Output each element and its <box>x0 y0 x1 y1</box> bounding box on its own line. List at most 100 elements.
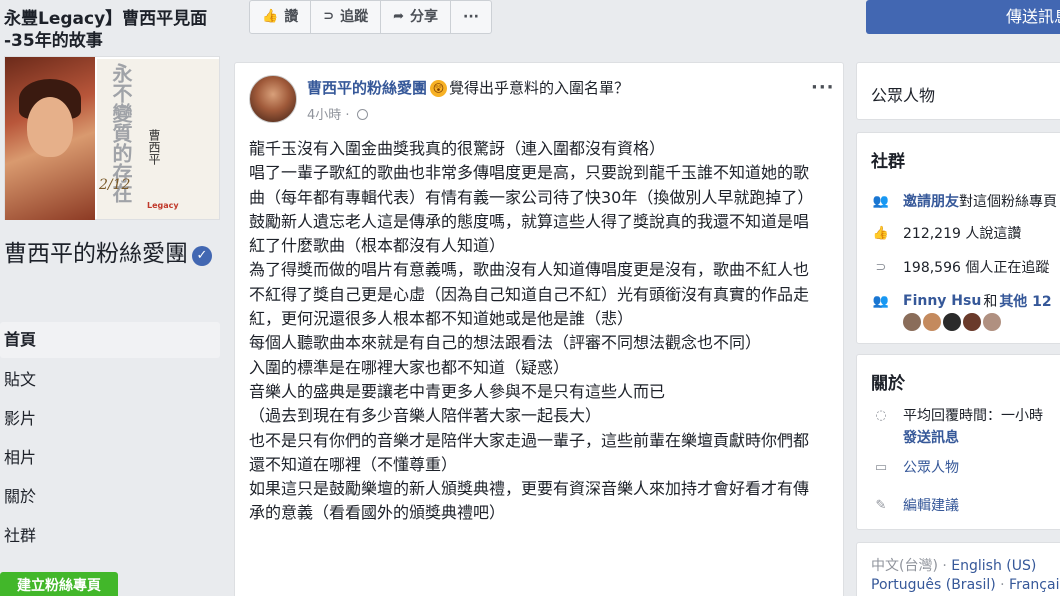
post-paragraph: 也不是只有你們的音樂才是陪伴大家走過一輩子，這些前輩在樂壇貢獻時你們都還不知道在… <box>249 430 810 474</box>
left-column: 永豐Legacy】曹西平見面 -35年的故事 永不變質的存在 曹西平 2/12 … <box>0 0 222 596</box>
post-paragraph: （過去到現在有多少音樂人陪伴著大家一起長大） <box>249 406 602 426</box>
follow-label: 追蹤 <box>340 9 369 25</box>
send-msg-row: 發送訊息 <box>871 427 1060 447</box>
album-photo <box>5 57 95 220</box>
album-date: 2/12 <box>99 177 131 193</box>
post-meta: 4小時 · <box>307 104 368 123</box>
nav-item-videos[interactable]: 影片 <box>0 400 220 439</box>
album-face <box>27 97 73 157</box>
friend-avatar[interactable] <box>903 313 921 331</box>
language-english-link[interactable]: English (US) <box>951 558 1036 574</box>
language-row-1: 中文(台灣) · English (US) <box>871 555 1036 575</box>
post-card: 曹西平的粉絲愛團 😲 覺得出乎意料的入圍名單？ 4小時 · ··· 龍千玉沒有入圍金… <box>234 62 844 596</box>
more-label: ··· <box>463 9 479 25</box>
post-header: 曹西平的粉絲愛團 😲 覺得出乎意料的入圍名單？ <box>307 77 629 98</box>
language-card: 中文(台灣) · English (US) Português (Brasil)… <box>856 542 1060 596</box>
edit-row: ✎ 編輯建議 <box>871 495 1060 515</box>
verified-check-icon: ✓ <box>192 246 212 266</box>
like-button[interactable]: 👍 讚 <box>249 0 312 34</box>
nav-item-photos[interactable]: 相片 <box>0 439 220 478</box>
thumbs-up-icon: 👍 <box>262 9 279 24</box>
album-label-logo: Legacy <box>147 201 179 210</box>
language-portuguese-link[interactable]: Português (Brasil) <box>871 577 996 593</box>
category-row: ▭ 公眾人物 <box>871 457 1060 477</box>
post-feeling: 覺得出乎意料的入圍名單？ <box>449 79 630 97</box>
friend-avatar[interactable] <box>923 313 941 331</box>
nav-item-about[interactable]: 關於 <box>0 478 220 517</box>
friends-more-link[interactable]: 其他 12 <box>999 291 1051 311</box>
friends-and: 和 <box>983 294 998 310</box>
post-options-button[interactable]: ··· <box>811 77 835 98</box>
surprised-emoji-icon: 😲 <box>430 80 448 97</box>
more-actions-button[interactable]: ··· <box>450 0 492 34</box>
follow-button[interactable]: ⊃ 追蹤 <box>310 0 382 34</box>
post-body: 龍千玉沒有入圍金曲獎我真的很驚訝（連入圍都沒有資格） 唱了一輩子歌紅的歌曲也非常… <box>249 137 819 526</box>
left-nav: 首頁 貼文 影片 相片 關於 社群 <box>0 322 220 556</box>
nav-item-community[interactable]: 社群 <box>0 517 220 556</box>
page-name[interactable]: 曹西平的粉絲愛團 ✓ <box>4 238 218 271</box>
post-paragraph: 龍千玉沒有入圍金曲獎我真的很驚訝（連入圍都沒有資格） <box>249 139 666 158</box>
friends-like-row: 👥 Finny Hsu 和 其他 12 <box>871 291 1060 311</box>
post-paragraph: 如果這只是鼓勵樂壇的新人頒獎典禮，更要有資深音樂人來加持才會好看才有傳承的意義（… <box>249 479 810 523</box>
follows-row: ⊃ 198,596 個人正在追蹤 <box>871 257 1060 277</box>
rss-icon: ⊃ <box>875 259 887 275</box>
lang-sep: · <box>995 577 1010 593</box>
page-category[interactable]: 公眾人物 <box>871 82 935 106</box>
community-card: 社群 👥 邀請朋友 對這個粉絲專頁 👍 212,219 人說這讚 ⊃ 198,5… <box>856 132 1060 344</box>
album-text-panel: 永不變質的存在 曹西平 2/12 Legacy <box>97 59 219 219</box>
nav-item-posts[interactable]: 貼文 <box>0 361 220 400</box>
friend-avatar[interactable] <box>943 313 961 331</box>
post-paragraph: 唱了一輩子歌紅的歌曲也非常多傳唱度更是高，只要說到龍千玉誰不知道她的歌曲（每年都… <box>249 163 814 207</box>
about-category-link[interactable]: 公眾人物 <box>903 457 959 477</box>
page-action-bar: 👍 讚 ⊃ 追蹤 ➦ 分享 ··· <box>249 0 492 34</box>
invite-friends-rest: 對這個粉絲專頁 <box>959 194 1057 210</box>
community-title[interactable]: 社群 <box>871 147 905 172</box>
post-paragraph: 為了得獎而做的唱片有意義嗎，歌曲沒有人知道傳唱度更是沒有，歌曲不紅人也不紅得了獎… <box>249 260 810 329</box>
messenger-icon: ◌ <box>875 407 887 423</box>
friend-avatar[interactable] <box>963 313 981 331</box>
share-button[interactable]: ➦ 分享 <box>380 0 451 34</box>
post-author-name[interactable]: 曹西平的粉絲愛團 <box>307 79 427 97</box>
album-cover-image[interactable]: 永不變質的存在 曹西平 2/12 Legacy <box>4 56 220 220</box>
post-author-avatar[interactable] <box>249 75 297 123</box>
friend-avatar[interactable] <box>983 313 1001 331</box>
nav-item-home[interactable]: 首頁 <box>0 322 220 358</box>
post-paragraph: 鼓勵新人遺忘老人這是傳承的態度嗎，就算這些人得了獎說真的我還不知道是唱紅了什麼歌… <box>249 211 810 256</box>
friend-avatars <box>903 313 1001 331</box>
album-artist: 曹西平 <box>147 129 161 165</box>
likes-row: 👍 212,219 人說這讚 <box>871 223 1060 243</box>
pencil-icon: ✎ <box>875 497 887 513</box>
category-box-icon: ▭ <box>874 459 888 475</box>
language-row-2: Português (Brasil) · Françai <box>871 577 1059 593</box>
people-icon: 👥 <box>872 293 890 309</box>
suggest-edits-link[interactable]: 編輯建議 <box>903 495 959 515</box>
about-card: 關於 ◌ 平均回覆時間：一小時 發送訊息 ▭ 公眾人物 ✎ 編輯建議 <box>856 354 1060 530</box>
post-paragraph: 入圍的標準是在哪裡大家也都不知道（疑惑） <box>249 357 570 377</box>
thumbs-up-icon: 👍 <box>872 225 890 241</box>
promo-title-line1[interactable]: 永豐Legacy】曹西平見面 <box>4 8 222 30</box>
post-time[interactable]: 4小時 <box>307 108 341 123</box>
category-card: 公眾人物 <box>856 62 1060 120</box>
invite-friends-row: 👥 邀請朋友 對這個粉絲專頁 <box>871 191 1060 211</box>
send-message-link[interactable]: 發送訊息 <box>903 427 959 447</box>
response-time: 平均回覆時間：一小時 <box>903 408 1043 424</box>
response-time-row: ◌ 平均回覆時間：一小時 <box>871 405 1060 425</box>
promo-title[interactable]: 永豐Legacy】曹西平見面 -35年的故事 <box>4 8 222 52</box>
people-icon: 👥 <box>872 193 890 209</box>
page-name-text[interactable]: 曹西平的粉絲愛團 <box>4 241 188 267</box>
post-paragraph: 音樂人的盛典是要讓老中青更多人參與不是只有這些人而已 <box>249 381 666 401</box>
post-paragraph: 每個人聽歌曲本來就是有自己的想法跟看法（評審不同想法觀念也不同） <box>249 333 762 353</box>
current-language: 中文(台灣) <box>871 558 938 574</box>
about-title[interactable]: 關於 <box>871 369 905 394</box>
language-french-link[interactable]: Françai <box>1009 577 1059 593</box>
create-page-button[interactable]: 建立粉絲專頁 <box>0 572 118 596</box>
invite-friends-link[interactable]: 邀請朋友 <box>903 191 959 211</box>
send-message-button[interactable]: 傳送訊息 <box>866 0 1060 34</box>
globe-icon <box>356 109 368 120</box>
share-arrow-icon: ➦ <box>393 9 404 24</box>
likes-count: 212,219 人說這讚 <box>903 226 1022 242</box>
promo-title-line2[interactable]: -35年的故事 <box>4 30 222 52</box>
friend-name-link[interactable]: Finny Hsu <box>903 293 981 309</box>
rss-icon: ⊃ <box>323 9 335 24</box>
follows-count: 198,596 個人正在追蹤 <box>903 260 1050 276</box>
